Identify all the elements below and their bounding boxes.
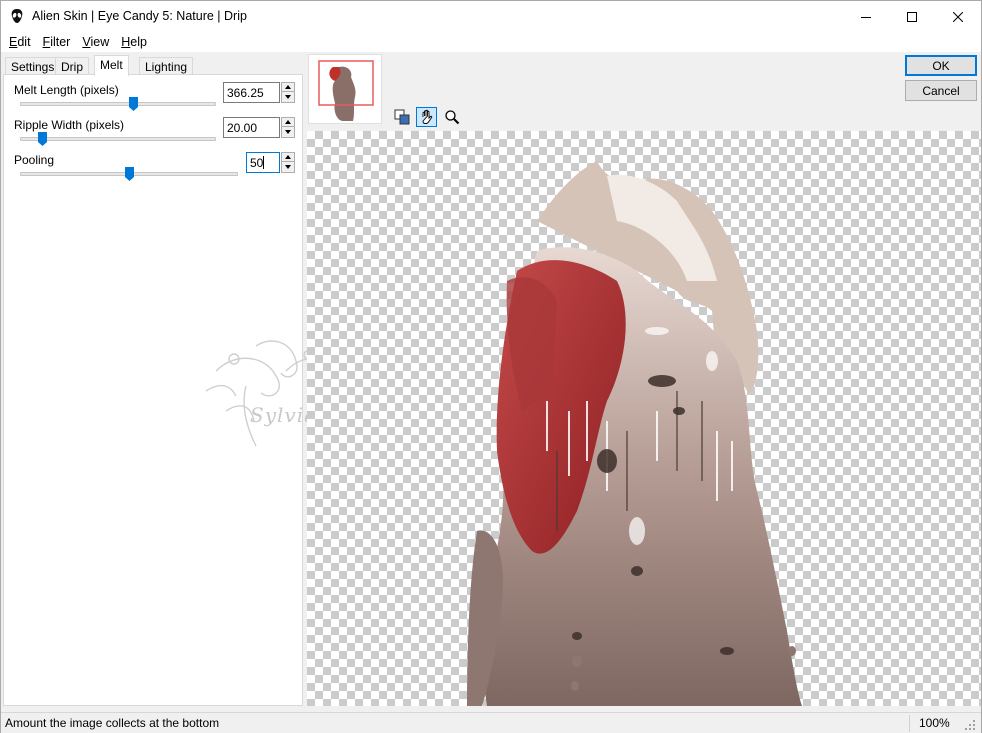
arrow-down-icon [285,129,291,134]
arrow-down-icon [285,94,291,99]
window-title: Alien Skin | Eye Candy 5: Nature | Drip [32,9,247,23]
ripple-width-slider[interactable] [20,137,216,141]
preview-toolbar [391,107,462,127]
hand-icon [422,109,432,124]
ok-button[interactable]: OK [905,55,977,76]
compare-icon [394,109,409,125]
pooling-slider-thumb[interactable] [125,167,134,181]
melt-length-label: Melt Length (pixels) [14,83,119,97]
arrow-down-icon [285,164,291,169]
arrow-up-icon [285,120,291,124]
arrow-up-icon [285,85,291,89]
tab-drip[interactable]: Drip [55,57,90,75]
dialog-window: Alien Skin | Eye Candy 5: Nature | Drip … [0,0,982,733]
menu-help[interactable]: Help [115,32,153,52]
preview-canvas[interactable] [307,131,981,706]
preview-navigator[interactable] [308,54,382,124]
menu-edit[interactable]: Edit [3,32,37,52]
zoom-tool-button[interactable] [441,107,462,127]
zoom-icon [444,110,459,125]
navigator-thumbnail [318,60,374,121]
minimize-button[interactable] [843,1,889,32]
ripple-width-label: Ripple Width (pixels) [14,118,125,132]
menu-bar: Edit Filter View Help [1,32,981,52]
maximize-button[interactable] [889,1,935,32]
status-message: Amount the image collects at the bottom [5,716,220,730]
ripple-width-down-button[interactable] [282,127,294,136]
zoom-level: 100% [919,716,950,730]
melt-length-spinner[interactable] [281,82,295,103]
close-button[interactable] [935,1,981,32]
ripple-width-spinner[interactable] [281,117,295,138]
menu-filter[interactable]: Filter [37,32,77,52]
melt-length-slider-thumb[interactable] [129,97,138,111]
cancel-button[interactable]: Cancel [905,80,977,101]
tab-melt[interactable]: Melt [94,55,129,76]
status-bar: Amount the image collects at the bottom … [1,712,981,733]
melt-length-up-button[interactable] [282,83,294,92]
status-separator [909,715,910,732]
menu-view[interactable]: View [76,32,115,52]
melt-length-slider[interactable] [20,102,216,106]
close-icon [953,11,963,22]
pooling-input[interactable]: 50 [246,152,280,173]
minimize-icon [861,16,871,18]
pooling-label: Pooling [14,153,55,167]
compare-button[interactable] [391,107,412,127]
maximize-icon [907,11,917,22]
tab-settings[interactable]: Settings [5,57,61,75]
melt-length-input[interactable]: 366.25 [223,82,280,103]
resize-grip-icon[interactable] [964,719,976,731]
tab-lighting[interactable]: Lighting [139,57,194,75]
alien-head-icon [11,9,23,23]
pooling-spinner[interactable] [281,152,295,173]
pooling-down-button[interactable] [282,162,294,171]
melt-length-down-button[interactable] [282,92,294,101]
arrow-up-icon [285,155,291,159]
ripple-width-input[interactable]: 20.00 [223,117,280,138]
hand-tool-button[interactable] [416,107,437,127]
pooling-up-button[interactable] [282,153,294,162]
ripple-width-slider-thumb[interactable] [38,132,47,146]
title-bar: Alien Skin | Eye Candy 5: Nature | Drip [1,1,981,32]
ripple-width-up-button[interactable] [282,118,294,127]
preview-image [467,161,802,706]
